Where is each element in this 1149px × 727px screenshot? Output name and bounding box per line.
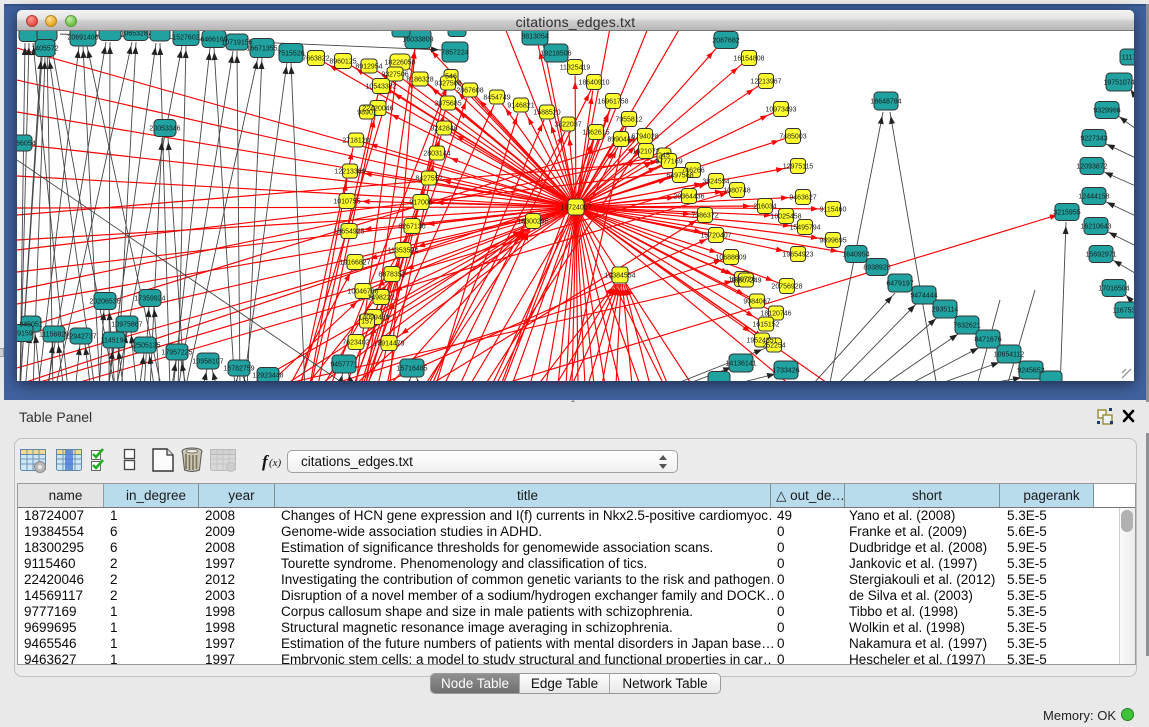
svg-text:(x): (x) <box>269 457 282 469</box>
